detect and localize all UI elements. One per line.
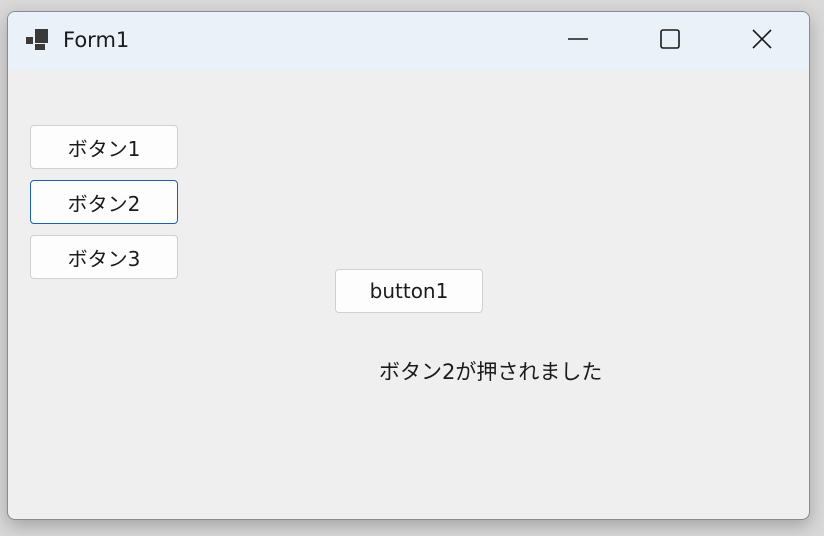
minimize-button[interactable] — [532, 12, 624, 69]
button-2[interactable]: ボタン2 — [30, 180, 178, 224]
close-button[interactable] — [716, 12, 808, 69]
status-label: ボタン2が押されました — [379, 360, 603, 384]
window-title: Form1 — [63, 28, 130, 52]
button-3[interactable]: ボタン3 — [30, 235, 178, 279]
app-icon — [26, 29, 50, 51]
button-1[interactable]: ボタン1 — [30, 125, 178, 169]
close-icon — [751, 28, 773, 54]
minimize-icon — [567, 28, 589, 54]
button1-button[interactable]: button1 — [335, 269, 483, 313]
maximize-icon — [659, 28, 681, 54]
maximize-button[interactable] — [624, 12, 716, 69]
title-bar[interactable]: Form1 — [8, 12, 809, 69]
form-window: Form1 ボタン1 ボタン2 ボタン3 button1 ボタン2が押されました — [7, 11, 810, 520]
